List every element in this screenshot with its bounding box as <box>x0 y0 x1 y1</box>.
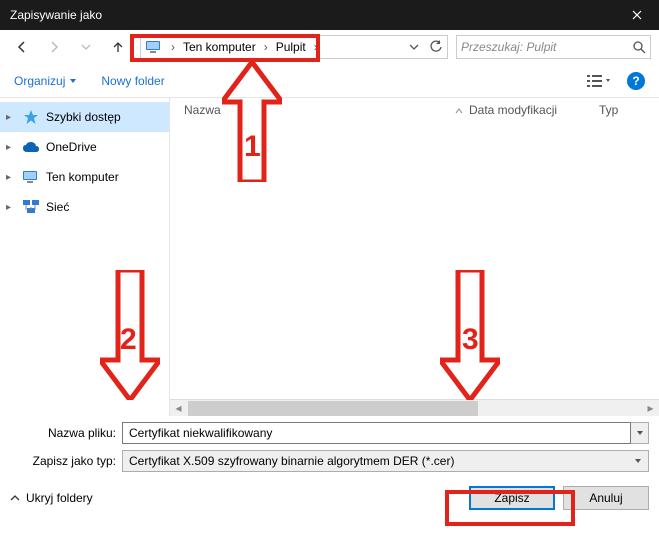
tree-label: Szybki dostęp <box>46 110 121 124</box>
network-icon <box>22 198 40 216</box>
chevron-right-icon: ▸ <box>6 142 16 153</box>
close-icon <box>632 10 642 20</box>
filename-input[interactable] <box>122 422 631 444</box>
nav-row: › Ten komputer › Pulpit › Przeszukaj: Pu… <box>0 30 659 64</box>
address-dropdown[interactable] <box>403 36 425 58</box>
hide-folders-toggle[interactable]: Ukryj foldery <box>10 491 93 505</box>
refresh-icon <box>429 40 443 54</box>
column-headers: Nazwa Data modyfikacji Typ <box>170 98 659 122</box>
filetype-label: Zapisz jako typ: <box>10 454 122 468</box>
button-row: Ukryj foldery Zapisz Anuluj <box>10 486 649 510</box>
arrow-right-icon <box>46 39 62 55</box>
forward-button[interactable] <box>40 35 68 59</box>
toolbar: Organizuj Nowy folder ? <box>0 64 659 98</box>
chevron-up-icon <box>455 108 463 114</box>
filename-row: Nazwa pliku: <box>10 422 649 444</box>
arrow-left-icon <box>14 39 30 55</box>
search-placeholder: Przeszukaj: Pulpit <box>461 40 556 54</box>
filetype-combo[interactable]: Certyfikat X.509 szyfrowany binarnie alg… <box>122 450 649 472</box>
help-button[interactable]: ? <box>627 72 645 90</box>
cancel-button[interactable]: Anuluj <box>563 486 649 510</box>
scroll-left-icon[interactable]: ◂ <box>170 401 187 415</box>
titlebar: Zapisywanie jako <box>0 0 659 30</box>
back-button[interactable] <box>8 35 36 59</box>
tree-label: Ten komputer <box>46 170 119 184</box>
breadcrumb[interactable]: › Ten komputer › Pulpit › <box>140 35 448 59</box>
chevron-down-icon <box>69 77 77 85</box>
sort-indicator <box>449 103 469 117</box>
horizontal-scrollbar[interactable]: ◂ ▸ <box>170 399 659 416</box>
star-icon <box>22 108 40 126</box>
list-view-icon <box>587 74 611 88</box>
scrollbar-thumb[interactable] <box>188 401 478 416</box>
cloud-icon <box>22 138 40 156</box>
file-pane: Nazwa Data modyfikacji Typ ◂ ▸ <box>170 98 659 416</box>
chevron-down-icon <box>409 42 419 52</box>
file-list[interactable] <box>170 122 659 399</box>
scroll-right-icon[interactable]: ▸ <box>642 401 659 415</box>
filename-dropdown[interactable] <box>631 422 649 444</box>
organize-menu[interactable]: Organizuj <box>14 74 77 88</box>
col-name[interactable]: Nazwa <box>184 103 449 117</box>
chevron-right-icon: › <box>167 40 179 54</box>
chevron-up-icon <box>10 493 20 503</box>
view-mode-button[interactable] <box>587 74 611 88</box>
chevron-right-icon: ▸ <box>6 112 16 123</box>
help-icon: ? <box>632 74 639 88</box>
tree-item-quick-access[interactable]: ▸ Szybki dostęp <box>0 102 169 132</box>
close-button[interactable] <box>614 0 659 30</box>
chevron-right-icon: ▸ <box>6 202 16 213</box>
up-button[interactable] <box>104 35 132 59</box>
tree-item-this-pc[interactable]: ▸ Ten komputer <box>0 162 169 192</box>
chevron-down-icon <box>636 429 644 437</box>
body: ▸ Szybki dostęp ▸ OneDrive ▸ Ten kompute… <box>0 98 659 416</box>
chevron-right-icon: ▸ <box>6 172 16 183</box>
tree-item-onedrive[interactable]: ▸ OneDrive <box>0 132 169 162</box>
tree-label: OneDrive <box>46 140 97 154</box>
search-icon <box>633 41 646 54</box>
nav-tree: ▸ Szybki dostęp ▸ OneDrive ▸ Ten kompute… <box>0 98 170 416</box>
filename-label: Nazwa pliku: <box>10 426 122 440</box>
col-type[interactable]: Typ <box>599 103 659 117</box>
new-folder-button[interactable]: Nowy folder <box>101 74 164 88</box>
tree-label: Sieć <box>46 200 69 214</box>
tree-item-network[interactable]: ▸ Sieć <box>0 192 169 222</box>
recent-dropdown[interactable] <box>72 35 100 59</box>
refresh-button[interactable] <box>425 36 447 58</box>
breadcrumb-root[interactable]: Ten komputer <box>179 36 260 58</box>
bottom-panel: Nazwa pliku: Zapisz jako typ: Certyfikat… <box>0 416 659 520</box>
arrow-up-icon <box>110 39 126 55</box>
chevron-down-icon <box>81 42 91 52</box>
filetype-row: Zapisz jako typ: Certyfikat X.509 szyfro… <box>10 450 649 472</box>
monitor-icon <box>145 39 163 55</box>
search-input[interactable]: Przeszukaj: Pulpit <box>456 35 651 59</box>
save-button[interactable]: Zapisz <box>469 486 555 510</box>
window-title: Zapisywanie jako <box>10 8 102 22</box>
filetype-value: Certyfikat X.509 szyfrowany binarnie alg… <box>129 454 454 468</box>
monitor-icon <box>22 168 40 186</box>
col-date[interactable]: Data modyfikacji <box>469 103 599 117</box>
breadcrumb-folder[interactable]: Pulpit <box>272 36 310 58</box>
chevron-right-icon: › <box>310 40 322 54</box>
chevron-down-icon <box>634 457 642 465</box>
chevron-right-icon: › <box>260 40 272 54</box>
